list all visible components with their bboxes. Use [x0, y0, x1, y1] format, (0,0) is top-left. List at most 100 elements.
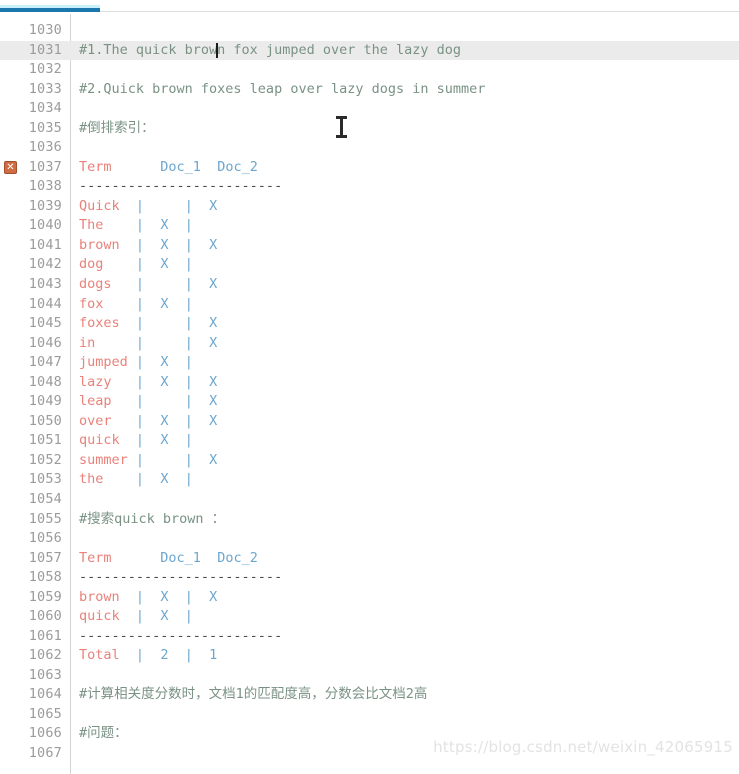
line-content[interactable]: fox | X | [79, 295, 193, 315]
editor-line[interactable]: 1037 Term Doc_1 Doc_2 ✕ [0, 158, 739, 178]
line-number: 1039 [28, 197, 62, 214]
line-number: 1059 [28, 588, 62, 605]
line-content[interactable]: #问题： [79, 724, 128, 744]
line-content[interactable]: lazy | X | X [79, 373, 217, 393]
line-content[interactable]: #计算相关度分数时，文档1的匹配度高，分数会比文档2高 [79, 685, 427, 705]
token-term: brown [79, 236, 120, 253]
line-content[interactable]: #1.The quick brown fox jumped over the l… [79, 41, 461, 61]
editor-line[interactable]: 1049 leap | | X [0, 392, 739, 412]
editor-line[interactable]: 1036 [0, 138, 739, 158]
token-doc: | [135, 276, 145, 293]
line-content[interactable]: dogs | | X [79, 275, 217, 295]
token-term: over [79, 412, 112, 429]
editor-line[interactable]: 1050 over | X | X [0, 412, 739, 432]
line-content[interactable]: dog | X | [79, 255, 193, 275]
line-content[interactable]: foxes | | X [79, 314, 217, 334]
line-content[interactable]: #搜索quick brown ： [79, 510, 225, 530]
token-doc: X [209, 451, 218, 468]
editor-line[interactable]: 1044 fox | X | [0, 295, 739, 315]
active-tab-indicator[interactable] [0, 8, 100, 12]
editor-line[interactable]: 1056 [0, 529, 739, 549]
line-content[interactable]: ------------------------- [79, 627, 282, 647]
line-content[interactable]: ------------------------- [79, 568, 282, 588]
editor-line[interactable]: 1033 #2.Quick brown foxes leap over lazy … [0, 80, 739, 100]
line-content[interactable]: quick | X | [79, 607, 193, 627]
line-content[interactable]: in | | X [79, 334, 217, 354]
editor-line[interactable]: 1059 brown | X | X [0, 588, 739, 608]
editor-line[interactable]: 1063 [0, 666, 739, 686]
editor-line[interactable]: 1048 lazy | X | X [0, 373, 739, 393]
line-number: 1042 [28, 256, 62, 273]
tab-strip [0, 0, 739, 14]
editor-line[interactable]: 1039 Quick | | X [0, 197, 739, 217]
editor-line[interactable]: 1042 dog | X | [0, 255, 739, 275]
line-number: 1049 [28, 393, 62, 410]
line-content[interactable]: Quick | | X [79, 197, 217, 217]
token-doc: | [184, 197, 193, 214]
error-marker-icon[interactable]: ✕ [4, 160, 17, 174]
line-number: 1064 [28, 686, 62, 703]
editor-line[interactable]: 1053 the | X | [0, 470, 739, 490]
line-content[interactable]: Term Doc_1 Doc_2 [79, 158, 258, 178]
line-content[interactable]: jumped | X | [79, 353, 193, 373]
editor-line[interactable]: 1045 foxes | | X [0, 314, 739, 334]
line-content[interactable]: brown | X | X [79, 236, 217, 256]
code-editor[interactable]: 1030 1031 #1.The quick brown fox jumped ov… [0, 14, 739, 774]
editor-line[interactable]: 1040 The | X | [0, 216, 739, 236]
line-number: 1050 [28, 412, 62, 429]
token-doc: | [184, 393, 193, 410]
token-doc: | [184, 412, 193, 429]
line-content[interactable]: quick | X | [79, 431, 193, 451]
line-number: 1040 [28, 217, 62, 234]
editor-line[interactable]: 1038 ------------------------- [0, 177, 739, 197]
editor-line[interactable]: 1060 quick | X | [0, 607, 739, 627]
editor-line[interactable]: 1054 [0, 490, 739, 510]
editor-line[interactable]: 1047 jumped | X | [0, 353, 739, 373]
editor-line[interactable]: 1064 #计算相关度分数时，文档1的匹配度高，分数会比文档2高 [0, 685, 739, 705]
line-number: 1030 [28, 22, 62, 38]
editor-line[interactable]: 1062 Total | 2 | 1 [0, 646, 739, 666]
token-term: quick [79, 432, 120, 449]
editor-line[interactable]: 1046 in | | X [0, 334, 739, 354]
editor-line[interactable]: 1032 [0, 60, 739, 80]
token-doc: | [135, 608, 145, 625]
editor-line[interactable]: 1055 #搜索quick brown ： [0, 510, 739, 530]
editor-line[interactable]: 1051 quick | X | [0, 431, 739, 451]
line-number: 1052 [28, 451, 62, 468]
line-content[interactable]: #2.Quick brown foxes leap over lazy dogs… [79, 80, 485, 100]
editor-line[interactable]: 1041 brown | X | X [0, 236, 739, 256]
editor-line[interactable]: 1043 dogs | | X [0, 275, 739, 295]
line-content[interactable]: brown | X | X [79, 588, 217, 608]
line-number: 1047 [28, 354, 62, 371]
line-content[interactable]: the | X | [79, 470, 193, 490]
line-content[interactable]: leap | | X [79, 392, 217, 412]
editor-line[interactable]: 1057 Term Doc_1 Doc_2 [0, 549, 739, 569]
editor-line[interactable]: 1058 ------------------------- [0, 568, 739, 588]
editor-line[interactable]: 1030 [0, 21, 739, 41]
line-content[interactable]: The | X | [79, 216, 193, 236]
editor-line[interactable]: 1065 [0, 705, 739, 725]
token-comment: #2.Quick brown foxes leap over lazy dogs… [79, 80, 486, 97]
line-content[interactable]: over | X | X [79, 412, 217, 432]
line-content[interactable]: #倒排索引： [79, 119, 155, 139]
line-content[interactable]: summer | | X [79, 451, 217, 471]
editor-line[interactable]: 1052 summer | | X [0, 451, 739, 471]
line-content[interactable]: Total | 2 | 1 [79, 646, 217, 666]
token-doc: | [184, 315, 193, 332]
editor-line[interactable]: 1035 #倒排索引： [0, 119, 739, 139]
editor-line[interactable]: 1034 [0, 99, 739, 119]
line-number: 1034 [28, 100, 62, 117]
editor-line[interactable]: 1031 #1.The quick brown fox jumped over t… [0, 40, 739, 61]
line-content[interactable]: Term Doc_1 Doc_2 [79, 549, 258, 569]
token-doc: | [135, 256, 145, 273]
token-doc: | [184, 588, 193, 605]
editor-line[interactable]: 1061 ------------------------- [0, 627, 739, 647]
line-content[interactable]: ------------------------- [79, 177, 282, 197]
